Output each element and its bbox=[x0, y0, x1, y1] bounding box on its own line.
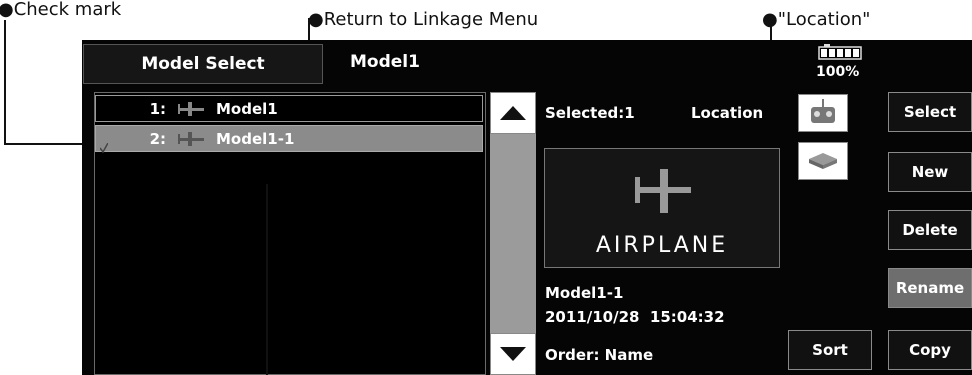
check-mark-leader-vertical bbox=[4, 20, 6, 144]
model-list-item[interactable]: 1: Model1 bbox=[95, 95, 483, 122]
return-linkage-annotation: ●Return to Linkage Menu bbox=[308, 9, 539, 30]
sd-card-icon bbox=[809, 153, 837, 169]
model-timestamp: 2011/10/28 15:04:32 bbox=[545, 308, 725, 326]
new-button-label: New bbox=[911, 163, 949, 181]
copy-button-label: Copy bbox=[909, 341, 951, 359]
arrow-down-icon bbox=[500, 347, 526, 361]
selected-count: Selected:1 bbox=[545, 104, 635, 122]
check-mark-icon bbox=[99, 138, 109, 154]
list-scrollbar[interactable] bbox=[490, 92, 536, 375]
check-mark-annotation: ●Check mark bbox=[0, 0, 122, 20]
location-label: Location bbox=[691, 104, 764, 122]
list-leader bbox=[266, 184, 268, 375]
copy-button[interactable]: Copy bbox=[888, 330, 972, 370]
delete-button[interactable]: Delete bbox=[888, 210, 972, 250]
airplane-icon bbox=[635, 169, 691, 213]
new-button[interactable]: New bbox=[888, 152, 972, 192]
model-type-label: AIRPLANE bbox=[595, 233, 729, 258]
arrow-up-icon bbox=[500, 106, 526, 120]
airplane-icon bbox=[178, 131, 204, 146]
location-annotation: ●"Location" bbox=[762, 9, 871, 30]
sort-button-label: Sort bbox=[812, 341, 848, 359]
rename-button[interactable]: Rename bbox=[888, 268, 972, 308]
selected-model-name: Model1-1 bbox=[545, 284, 624, 302]
model-index: 1: bbox=[149, 99, 166, 118]
battery-icon bbox=[818, 44, 864, 60]
transmitter-icon bbox=[811, 99, 835, 123]
current-model-name: Model1 bbox=[350, 52, 420, 72]
model-list: 1: Model1 2: Model1-1 bbox=[94, 92, 486, 375]
sort-order: Order: Name bbox=[545, 346, 654, 364]
sort-button[interactable]: Sort bbox=[788, 330, 872, 370]
select-button-label: Select bbox=[903, 103, 957, 121]
delete-button-label: Delete bbox=[902, 221, 958, 239]
model-list-item[interactable]: 2: Model1-1 bbox=[95, 125, 483, 152]
scroll-up-button[interactable] bbox=[490, 92, 536, 134]
scroll-down-button[interactable] bbox=[490, 333, 536, 375]
location-transmitter-button[interactable] bbox=[798, 94, 848, 132]
model-name: Model1 bbox=[216, 99, 278, 118]
model-type-image: AIRPLANE bbox=[544, 148, 780, 268]
battery-percentage: 100% bbox=[816, 64, 860, 80]
location-sd-card-button[interactable] bbox=[798, 142, 848, 180]
model-name: Model1-1 bbox=[216, 129, 295, 148]
model-select-menu-button[interactable]: Model Select bbox=[83, 44, 323, 84]
model-select-label: Model Select bbox=[141, 54, 265, 74]
device-screen: Model Select Model1 100% 1: Model1 2: Mo… bbox=[82, 40, 972, 375]
airplane-icon bbox=[178, 101, 204, 116]
rename-button-label: Rename bbox=[895, 279, 965, 297]
select-button[interactable]: Select bbox=[888, 92, 972, 132]
